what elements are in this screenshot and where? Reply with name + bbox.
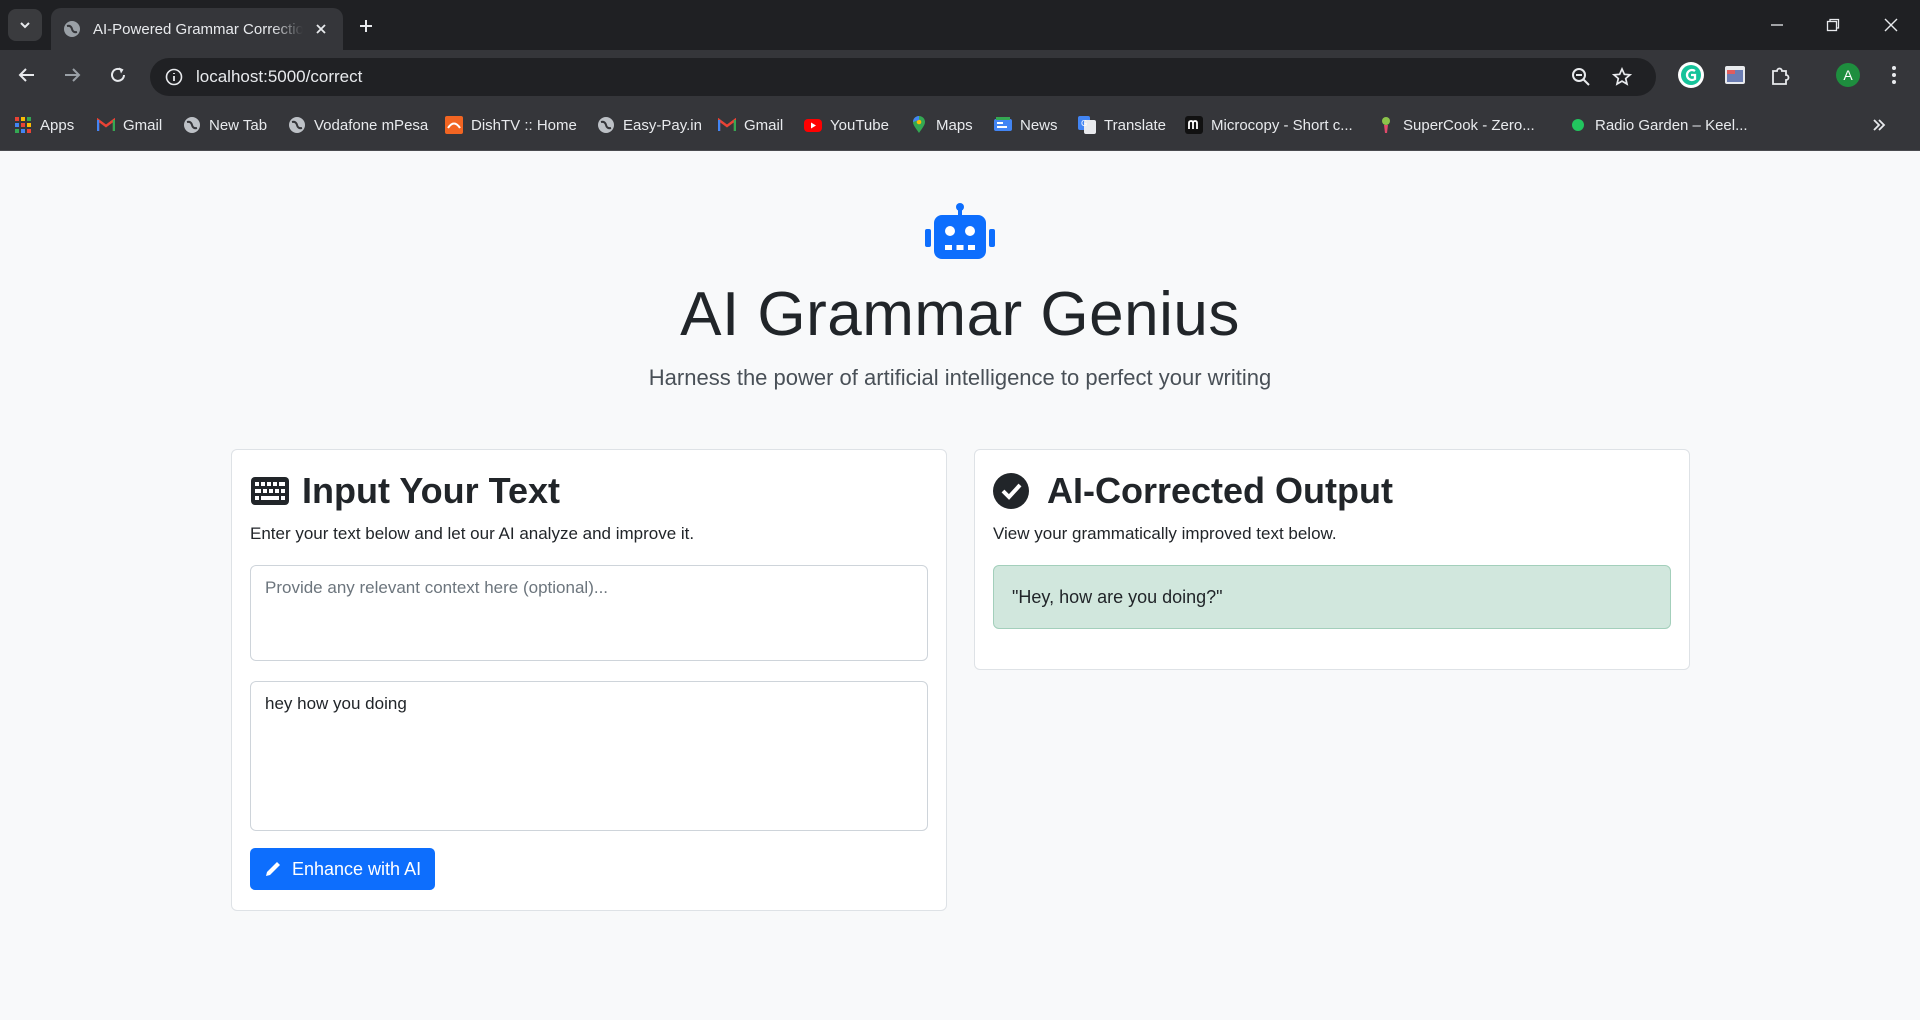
gmail-icon xyxy=(97,116,115,134)
bookmark-label: Vodafone mPesa xyxy=(314,116,429,134)
robot-icon xyxy=(925,203,995,259)
bookmark-label: Apps xyxy=(40,116,75,134)
arrow-left-icon xyxy=(18,68,34,82)
bookmark-gmail-2[interactable]: Gmail xyxy=(718,114,783,136)
bookmark-easypay[interactable]: Easy-Pay.in xyxy=(597,114,702,136)
minimize-button[interactable] xyxy=(1762,10,1792,40)
microcopy-icon xyxy=(1185,116,1203,134)
youtube-icon xyxy=(804,116,822,134)
keyboard-icon xyxy=(251,477,289,505)
profile-avatar[interactable]: A xyxy=(1833,60,1863,90)
apps-grid-icon xyxy=(14,116,32,134)
translate-icon: G xyxy=(1078,116,1096,134)
tab-search-button[interactable] xyxy=(8,9,42,41)
news-icon xyxy=(994,116,1012,134)
close-tab-icon[interactable] xyxy=(311,19,331,39)
output-card-heading: AI-Corrected Output xyxy=(1047,470,1393,511)
input-card-heading: Input Your Text xyxy=(302,470,560,511)
extensions-puzzle-icon[interactable] xyxy=(1765,60,1795,90)
chevron-down-icon xyxy=(20,22,30,29)
chevron-double-right-icon[interactable] xyxy=(1868,114,1890,136)
bookmark-dishtv[interactable]: DishTV :: Home xyxy=(445,114,577,136)
context-input[interactable] xyxy=(250,565,928,661)
address-bar[interactable]: localhost:5000/correct xyxy=(150,58,1656,96)
minimize-icon xyxy=(1771,24,1783,26)
arrow-right-icon xyxy=(65,68,81,82)
forward-button[interactable] xyxy=(57,60,87,90)
bookmarks-bar: Apps Gmail New Tab Vodafone mPesa DishTV… xyxy=(0,100,1920,151)
corrected-result: "Hey, how are you doing?" xyxy=(993,565,1671,629)
new-tab-button[interactable] xyxy=(352,12,380,40)
bookmark-label: DishTV :: Home xyxy=(471,116,577,134)
kebab-menu-icon[interactable] xyxy=(1879,60,1909,90)
bookmark-label: Maps xyxy=(936,116,973,134)
bookmark-label: SuperCook - Zero... xyxy=(1403,116,1535,134)
bookmark-apps[interactable]: Apps xyxy=(14,114,74,136)
profile-initial: A xyxy=(1843,67,1853,83)
restore-icon xyxy=(1826,18,1840,32)
bookmark-star-icon[interactable] xyxy=(1607,62,1637,92)
back-button[interactable] xyxy=(12,60,42,90)
reload-button[interactable] xyxy=(103,60,133,90)
close-window-button[interactable] xyxy=(1876,10,1906,40)
bookmark-label: News xyxy=(1020,116,1058,134)
globe-icon xyxy=(183,116,201,134)
tab-strip: AI-Powered Grammar Correction xyxy=(0,0,1920,50)
bookmark-label: Easy-Pay.in xyxy=(623,116,702,134)
extension-window-icon[interactable] xyxy=(1720,60,1750,90)
bookmark-label: YouTube xyxy=(830,116,889,134)
close-icon xyxy=(1884,18,1898,32)
gmail-icon xyxy=(718,116,736,134)
bookmark-label: Microcopy - Short c... xyxy=(1211,116,1353,134)
supercook-icon xyxy=(1377,116,1395,134)
globe-icon xyxy=(63,20,81,38)
bookmark-radio-garden[interactable]: Radio Garden – Keel... xyxy=(1569,114,1748,136)
bookmark-label: Translate xyxy=(1104,116,1166,134)
bookmark-supercook[interactable]: SuperCook - Zero... xyxy=(1377,114,1535,136)
restore-button[interactable] xyxy=(1818,10,1848,40)
maps-pin-icon xyxy=(910,116,928,134)
browser-toolbar: localhost:5000/correct A xyxy=(0,50,1920,100)
input-card-description: Enter your text below and let our AI ana… xyxy=(250,524,695,543)
dishtv-icon xyxy=(445,116,463,134)
bookmark-microcopy[interactable]: Microcopy - Short c... xyxy=(1185,114,1353,136)
svg-text:G: G xyxy=(1081,119,1087,128)
bookmark-maps[interactable]: Maps xyxy=(910,114,973,136)
enhance-button[interactable]: Enhance with AI xyxy=(250,848,436,890)
active-tab[interactable]: AI-Powered Grammar Correction xyxy=(51,8,343,50)
bookmark-new-tab[interactable]: New Tab xyxy=(183,114,267,136)
reload-icon xyxy=(111,67,125,82)
output-card-header: AI-Corrected Output xyxy=(993,470,1393,512)
site-info-icon[interactable] xyxy=(160,63,188,91)
bookmark-translate[interactable]: G Translate xyxy=(1078,114,1166,136)
page-subtitle: Harness the power of artificial intellig… xyxy=(648,365,1272,390)
text-input[interactable]: hey how you doing xyxy=(250,681,928,831)
grammarly-icon[interactable] xyxy=(1676,60,1706,90)
check-circle-icon xyxy=(993,473,1029,509)
bookmark-gmail[interactable]: Gmail xyxy=(97,114,162,136)
globe-icon xyxy=(597,116,615,134)
bookmark-vodafone[interactable]: Vodafone mPesa xyxy=(288,114,428,136)
pencil-icon xyxy=(266,862,280,876)
page-title: AI Grammar Genius xyxy=(680,280,1240,349)
bookmark-news[interactable]: News xyxy=(994,114,1058,136)
bookmark-youtube[interactable]: YouTube xyxy=(804,114,889,136)
tab-title: AI-Powered Grammar Correction xyxy=(93,20,303,38)
radio-garden-icon xyxy=(1569,116,1587,134)
enhance-button-label: Enhance with AI xyxy=(292,858,422,879)
bookmark-label: Radio Garden – Keel... xyxy=(1595,116,1748,134)
output-card-description: View your grammatically improved text be… xyxy=(993,524,1337,543)
page-content: AI Grammar Genius Harness the power of a… xyxy=(0,151,1920,1020)
plus-icon xyxy=(360,20,372,32)
input-card: Input Your Text Enter your text below an… xyxy=(231,449,947,911)
bookmark-label: Gmail xyxy=(123,116,163,134)
bookmark-label: Gmail xyxy=(744,116,784,134)
url-text[interactable]: localhost:5000/correct xyxy=(196,67,362,87)
zoom-icon[interactable] xyxy=(1566,62,1596,92)
output-card: AI-Corrected Output View your grammatica… xyxy=(974,449,1690,670)
globe-icon xyxy=(288,116,306,134)
input-card-header: Input Your Text xyxy=(250,470,560,512)
bookmark-label: New Tab xyxy=(209,116,268,134)
